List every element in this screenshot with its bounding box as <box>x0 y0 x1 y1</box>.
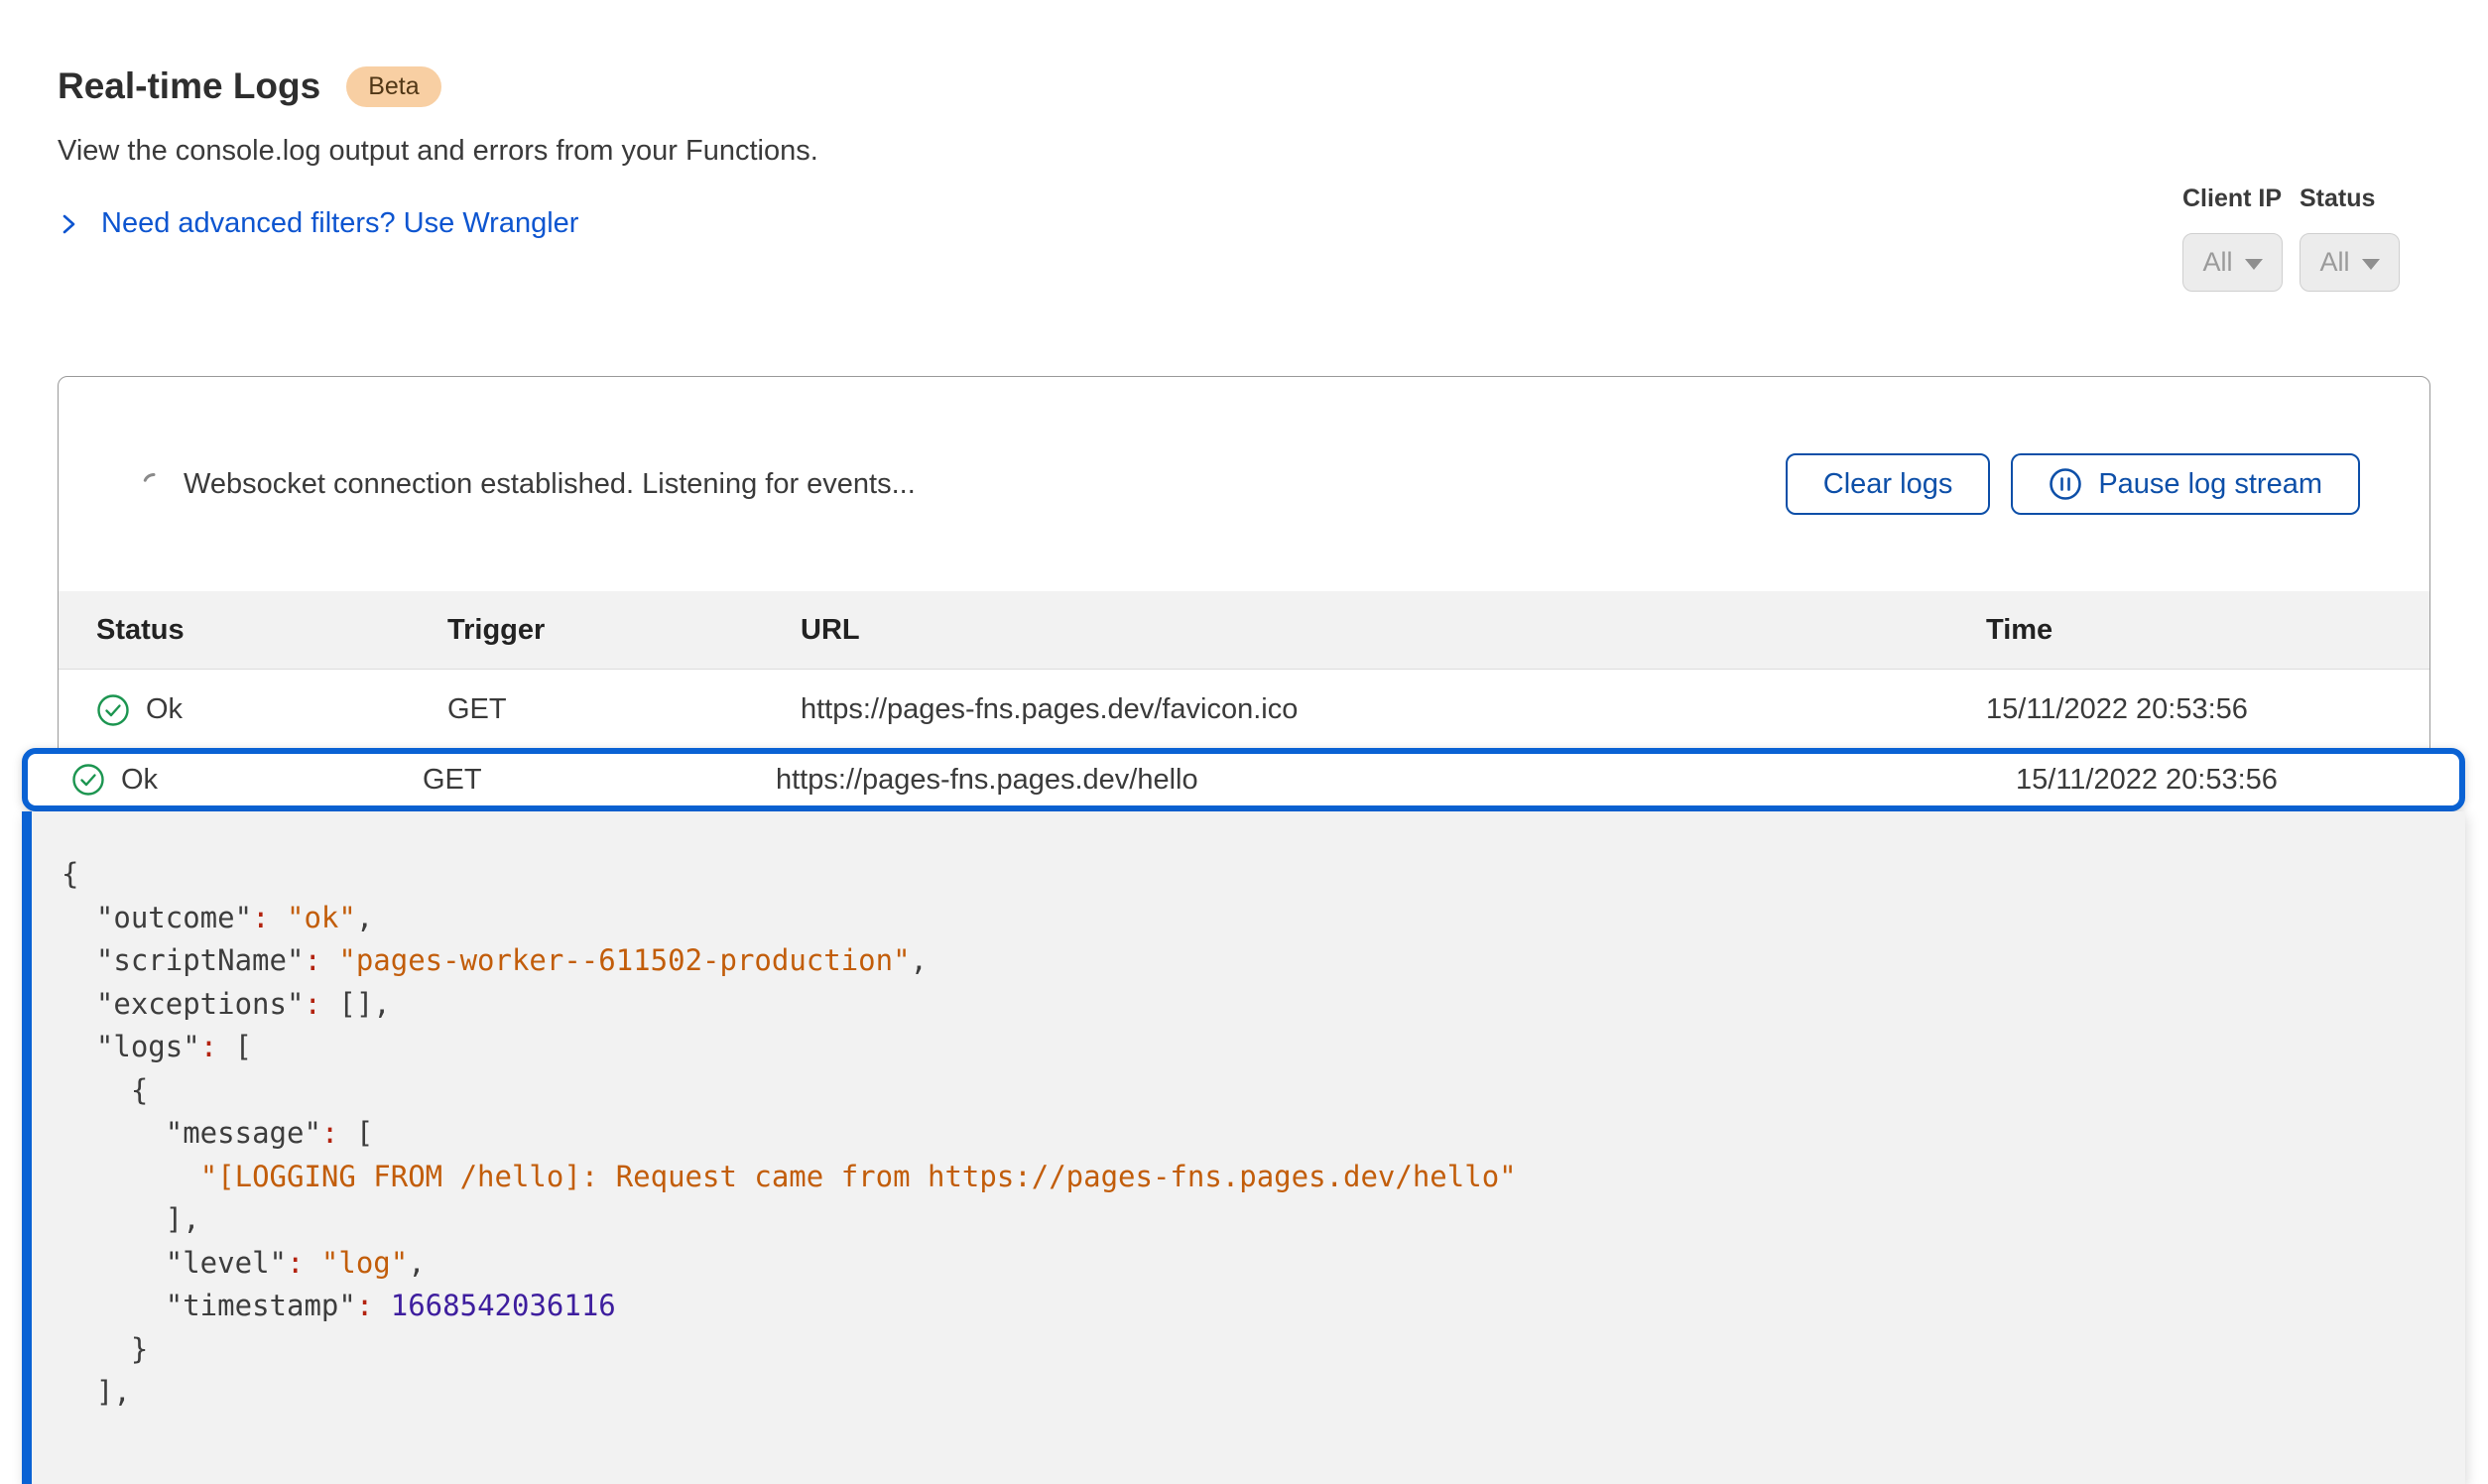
row-trigger: GET <box>423 764 776 797</box>
column-header-status: Status <box>96 614 447 647</box>
clear-logs-button[interactable]: Clear logs <box>1786 453 1991 515</box>
row-url: https://pages-fns.pages.dev/favicon.ico <box>801 693 1986 726</box>
filters: Client IP All Status All <box>2182 185 2400 292</box>
page-header: Real-time Logs Beta View the console.log… <box>58 65 818 240</box>
beta-badge: Beta <box>346 66 440 107</box>
row-time: 15/11/2022 20:53:56 <box>1986 693 2429 726</box>
status-filter-dropdown[interactable]: All <box>2300 233 2400 292</box>
caret-down-icon <box>2245 259 2263 270</box>
row-trigger: GET <box>447 693 801 726</box>
logs-toolbar: Websocket connection established. Listen… <box>59 377 2429 591</box>
client-ip-filter-value: All <box>2202 247 2232 278</box>
client-ip-filter-label: Client IP <box>2182 185 2283 213</box>
chevron-right-icon <box>58 213 79 235</box>
spinner-icon <box>142 472 166 496</box>
caret-down-icon <box>2362 259 2380 270</box>
expanded-log-entry: Ok GET https://pages-fns.pages.dev/hello… <box>22 748 2465 1484</box>
column-header-url: URL <box>801 614 1986 647</box>
column-header-time: Time <box>1986 614 2429 647</box>
page-description: View the console.log output and errors f… <box>58 135 818 168</box>
websocket-status-message: Websocket connection established. Listen… <box>184 468 916 501</box>
row-status: Ok <box>146 693 183 726</box>
pause-log-stream-button[interactable]: Pause log stream <box>2011 453 2360 515</box>
page-title: Real-time Logs <box>58 65 320 107</box>
row-url: https://pages-fns.pages.dev/hello <box>776 764 2016 797</box>
status-filter-label: Status <box>2300 185 2400 213</box>
log-detail-json: { "outcome": "ok", "scriptName": "pages-… <box>22 811 2465 1484</box>
clear-logs-label: Clear logs <box>1823 468 1953 501</box>
pause-icon <box>2049 467 2082 501</box>
row-time: 15/11/2022 20:53:56 <box>2016 764 2459 797</box>
selected-table-row[interactable]: Ok GET https://pages-fns.pages.dev/hello… <box>22 748 2465 811</box>
wrangler-link[interactable]: Need advanced filters? Use Wrangler <box>58 207 818 240</box>
column-header-trigger: Trigger <box>447 614 801 647</box>
status-filter-value: All <box>2319 247 2349 278</box>
ok-check-icon <box>71 763 105 797</box>
row-status: Ok <box>121 764 158 797</box>
table-row[interactable]: Ok GET https://pages-fns.pages.dev/favic… <box>59 670 2429 750</box>
pause-log-stream-label: Pause log stream <box>2098 468 2322 501</box>
json-code: { "outcome": "ok", "scriptName": "pages-… <box>62 853 2426 1415</box>
ok-check-icon <box>96 693 130 727</box>
wrangler-link-label: Need advanced filters? Use Wrangler <box>101 207 578 240</box>
table-header-row: Status Trigger URL Time <box>59 591 2429 670</box>
client-ip-filter-dropdown[interactable]: All <box>2182 233 2283 292</box>
